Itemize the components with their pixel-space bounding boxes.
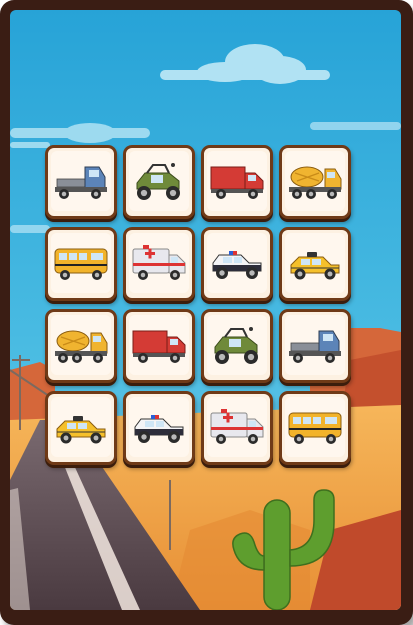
memory-card[interactable] [201,145,273,219]
memory-card[interactable] [201,391,273,465]
flatbed-truck-icon [289,330,341,363]
memory-card[interactable] [123,391,195,465]
card-face [207,315,267,375]
cement-mixer-icon [55,330,108,363]
card-face [285,233,345,293]
memory-card[interactable] [45,145,117,219]
card-face [207,233,267,293]
memory-card[interactable] [123,309,195,383]
offroad-buggy-icon [214,327,258,364]
card-face [129,233,189,293]
card-face [129,397,189,457]
memory-card[interactable] [123,145,195,219]
card-face [51,151,111,211]
memory-card[interactable] [45,309,117,383]
cement-mixer-icon [289,166,342,199]
card-face [285,315,345,375]
box-truck-icon [132,330,186,363]
box-truck-icon [210,166,264,199]
police-car-icon [134,415,184,443]
card-face [285,151,345,211]
memory-card[interactable] [123,227,195,301]
card-face [207,151,267,211]
ambulance-icon [132,245,186,280]
memory-card[interactable] [279,391,351,465]
taxi-icon [290,252,340,280]
card-face [129,315,189,375]
school-bus-icon [288,412,342,444]
offroad-buggy-icon [136,163,180,200]
police-car-icon [212,251,262,279]
memory-card[interactable] [279,227,351,301]
school-bus-icon [54,248,108,280]
ambulance-icon [210,409,264,444]
game-frame [0,0,413,625]
memory-card[interactable] [201,309,273,383]
card-face [207,397,267,457]
memory-card[interactable] [279,145,351,219]
memory-card[interactable] [279,309,351,383]
card-face [285,397,345,457]
memory-card[interactable] [45,227,117,301]
memory-card[interactable] [45,391,117,465]
taxi-icon [56,416,106,444]
card-grid [45,145,357,469]
card-face [51,233,111,293]
card-face [51,315,111,375]
flatbed-truck-icon [55,166,107,199]
memory-card[interactable] [201,227,273,301]
card-face [129,151,189,211]
card-face [51,397,111,457]
